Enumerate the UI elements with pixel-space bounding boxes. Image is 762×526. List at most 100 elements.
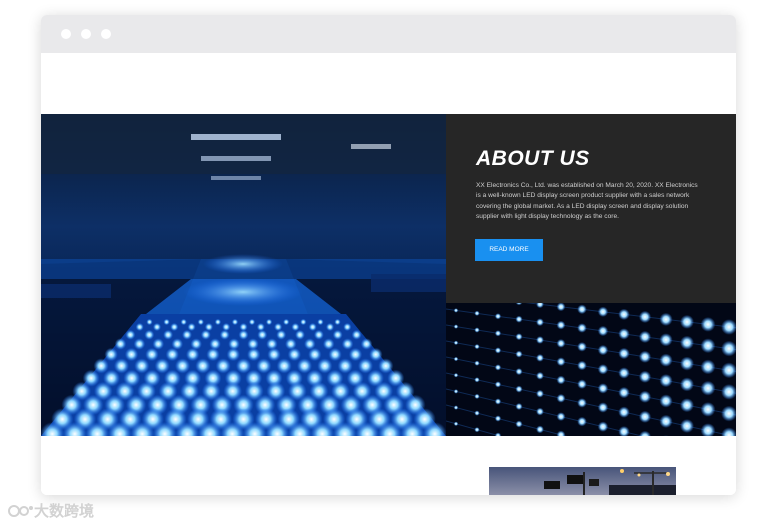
led-light bbox=[659, 353, 673, 367]
led-light bbox=[577, 398, 587, 408]
street-light-image bbox=[489, 467, 676, 495]
led-light bbox=[659, 312, 673, 326]
led-light bbox=[638, 350, 652, 363]
led-light bbox=[536, 389, 544, 398]
led-light bbox=[536, 371, 544, 380]
led-strands-image bbox=[446, 303, 736, 436]
led-light bbox=[700, 359, 716, 375]
led-light bbox=[146, 318, 153, 326]
led-light bbox=[214, 318, 222, 326]
led-light bbox=[152, 338, 165, 350]
led-light bbox=[515, 403, 523, 410]
led-light bbox=[222, 322, 231, 332]
led-light bbox=[680, 356, 694, 371]
led-light bbox=[556, 375, 566, 385]
led-light bbox=[597, 344, 609, 356]
led-light bbox=[267, 347, 281, 362]
led-light bbox=[351, 329, 362, 340]
led-light bbox=[328, 347, 342, 362]
led-light bbox=[369, 347, 383, 362]
led-light bbox=[659, 394, 673, 408]
led-light bbox=[494, 347, 502, 354]
led-light bbox=[334, 318, 341, 326]
led-light bbox=[248, 318, 256, 326]
led-light bbox=[597, 325, 609, 337]
about-us-panel: ABOUT US XX Electronics Co., Ltd. was es… bbox=[446, 114, 736, 303]
led-light bbox=[453, 405, 459, 410]
window-control-dot[interactable] bbox=[81, 29, 91, 39]
led-light bbox=[638, 330, 652, 343]
led-light bbox=[556, 339, 566, 348]
led-light bbox=[135, 322, 144, 332]
led-light bbox=[295, 329, 305, 340]
led-light bbox=[494, 364, 502, 371]
led-light bbox=[597, 364, 609, 375]
led-light bbox=[257, 329, 268, 340]
led-light bbox=[577, 360, 587, 371]
led-light bbox=[494, 313, 502, 320]
led-light bbox=[536, 354, 544, 362]
led-light bbox=[700, 380, 716, 396]
led-light bbox=[453, 389, 459, 394]
led-light bbox=[515, 420, 523, 428]
led-light bbox=[206, 347, 220, 362]
led-light bbox=[219, 329, 230, 340]
led-light bbox=[618, 328, 630, 340]
led-light bbox=[515, 350, 523, 358]
led-light bbox=[341, 338, 354, 350]
about-us-heading: ABOUT US bbox=[476, 147, 590, 170]
led-light bbox=[618, 367, 630, 379]
led-light bbox=[165, 347, 179, 362]
led-light bbox=[325, 322, 335, 332]
led-light bbox=[556, 320, 566, 330]
led-light bbox=[453, 324, 459, 329]
led-light bbox=[474, 377, 480, 383]
led-light bbox=[209, 338, 221, 350]
led-light bbox=[494, 415, 502, 422]
led-light bbox=[197, 318, 204, 326]
led-light bbox=[536, 336, 544, 344]
led-light bbox=[226, 347, 240, 362]
led-light bbox=[474, 393, 480, 399]
led-light bbox=[332, 329, 343, 340]
led-light bbox=[256, 322, 265, 332]
led-light bbox=[200, 329, 211, 340]
led-light bbox=[163, 329, 174, 340]
led-light bbox=[125, 329, 136, 340]
led-light bbox=[170, 322, 179, 332]
led-light bbox=[144, 329, 155, 340]
led-light bbox=[659, 374, 673, 388]
led-light bbox=[577, 304, 587, 315]
led-light bbox=[453, 356, 459, 362]
led-light bbox=[556, 393, 566, 403]
led-light bbox=[556, 357, 566, 367]
led-light bbox=[313, 329, 324, 340]
led-light bbox=[308, 322, 317, 332]
led-light bbox=[180, 318, 187, 326]
led-light bbox=[300, 318, 307, 326]
led-light bbox=[536, 318, 544, 327]
led-light bbox=[597, 402, 609, 413]
led-light bbox=[266, 338, 278, 350]
led-light bbox=[474, 327, 480, 333]
led-light bbox=[494, 381, 502, 388]
led-light bbox=[659, 333, 673, 347]
led-production-line-image bbox=[41, 114, 446, 436]
led-light bbox=[680, 335, 694, 350]
led-light bbox=[577, 416, 587, 427]
window-control-dot[interactable] bbox=[101, 29, 111, 39]
led-light bbox=[597, 421, 609, 432]
window-titlebar bbox=[41, 15, 736, 53]
led-light bbox=[618, 406, 630, 418]
led-light bbox=[453, 340, 459, 345]
read-more-button[interactable]: READ MORE bbox=[475, 239, 543, 261]
window-control-dot[interactable] bbox=[61, 29, 71, 39]
led-light bbox=[343, 322, 352, 332]
led-light bbox=[133, 338, 146, 350]
led-light bbox=[536, 407, 544, 416]
about-us-description: XX Electronics Co., Ltd. was established… bbox=[476, 182, 698, 221]
led-light bbox=[618, 347, 630, 360]
led-light bbox=[152, 322, 162, 332]
led-light bbox=[182, 329, 192, 340]
led-light bbox=[515, 385, 523, 393]
